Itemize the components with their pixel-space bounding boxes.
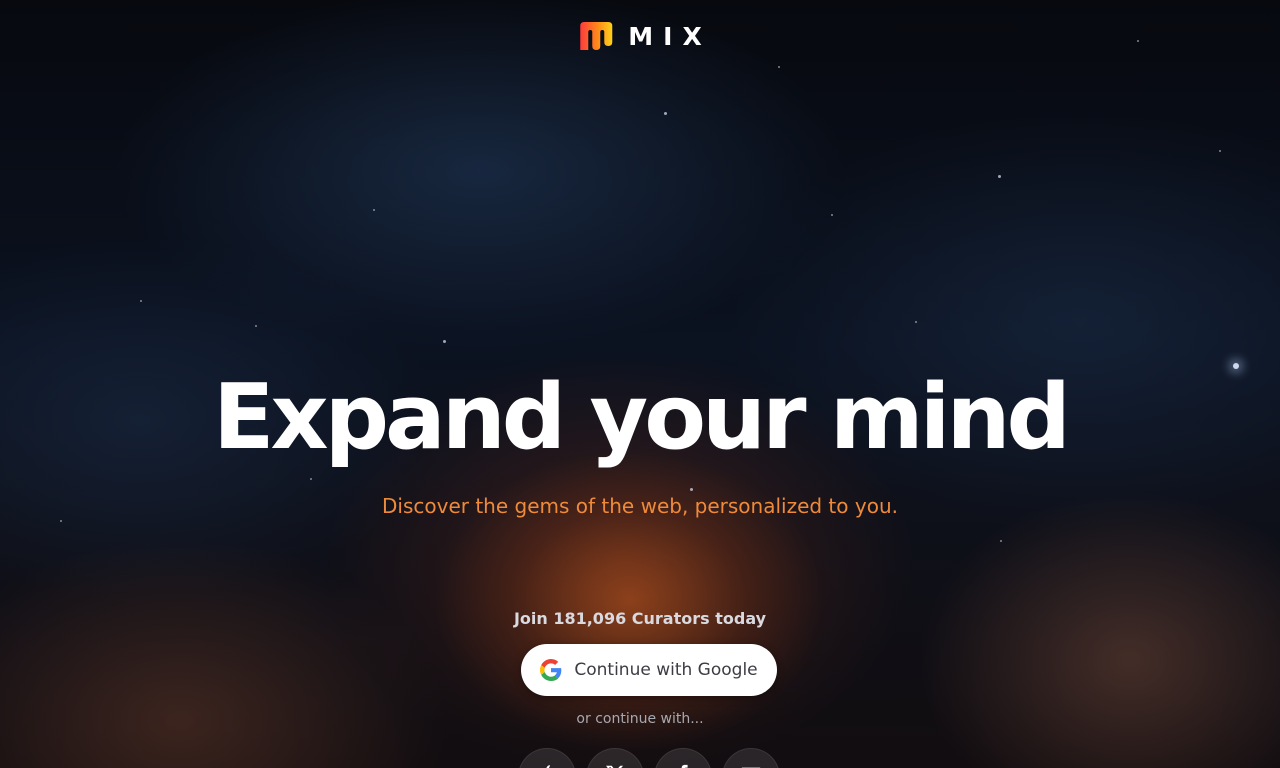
continue-with-google-button[interactable]: Continue with Google	[521, 644, 777, 696]
landing-page: MIX Expand your mind Discover the gems o…	[0, 0, 1280, 768]
or-continue-text: or continue with...	[576, 711, 704, 727]
x-icon	[606, 765, 624, 768]
email-login-button[interactable]	[722, 748, 780, 768]
apple-login-button[interactable]	[518, 748, 576, 768]
mix-logo[interactable]: MIX	[578, 20, 702, 52]
mix-logo-icon	[580, 22, 613, 50]
mix-logo-text: MIX	[628, 21, 712, 51]
social-login-row	[518, 748, 780, 768]
x-login-button[interactable]	[586, 748, 644, 768]
facebook-icon	[681, 764, 688, 768]
email-icon	[741, 767, 761, 768]
hero-headline: Expand your mind	[213, 365, 1071, 470]
hero-tagline: Discover the gems of the web, personaliz…	[382, 494, 898, 518]
join-curators-text: Join 181,096 Curators today	[513, 609, 767, 628]
google-g-icon	[540, 659, 562, 681]
continue-with-google-label: Continue with Google	[574, 660, 758, 680]
facebook-login-button[interactable]	[654, 748, 712, 768]
apple-icon	[546, 765, 550, 768]
